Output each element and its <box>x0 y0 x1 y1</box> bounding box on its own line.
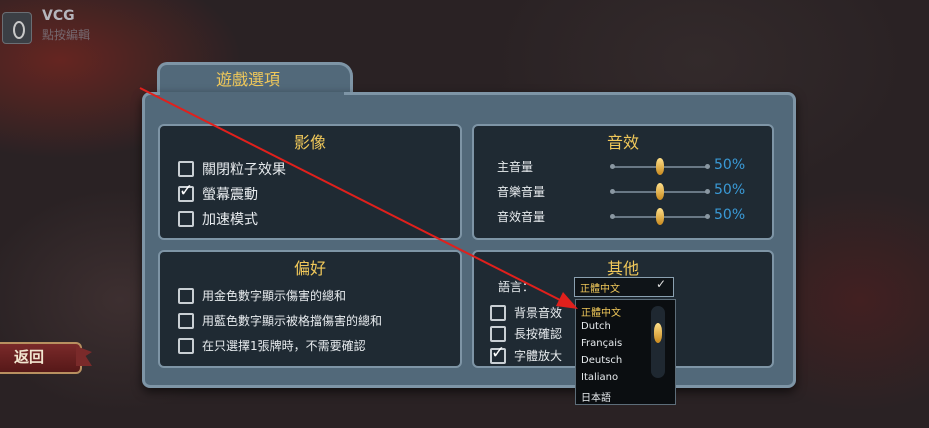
volume-label: 音效音量 <box>497 210 546 224</box>
language-option[interactable]: Deutsch <box>581 355 622 366</box>
option-label: 背景音效 <box>514 306 563 320</box>
language-option[interactable]: 正體中文 <box>581 304 621 319</box>
option-background-sound[interactable]: 背景音效 <box>490 304 562 321</box>
language-label: 語言： <box>498 280 535 294</box>
option-label: 長按確認 <box>514 327 563 341</box>
checkbox-checked[interactable] <box>178 181 194 202</box>
slider-knob-icon[interactable] <box>656 158 664 175</box>
checkbox[interactable] <box>178 211 194 227</box>
master-volume-slider[interactable] <box>610 158 710 175</box>
language-select[interactable]: 正體中文 ✓ <box>574 277 674 297</box>
diamond-logo-icon[interactable] <box>2 12 32 44</box>
audio-section-title: 音效 <box>606 133 639 152</box>
volume-value: 50% <box>714 182 746 198</box>
app-title: VCG <box>42 8 75 24</box>
back-button-label: 返回 <box>14 348 45 366</box>
option-disable-particles[interactable]: 關閉粒子效果 <box>178 159 286 179</box>
option-label: 用金色數字顯示傷害的總和 <box>202 289 347 303</box>
option-screen-shake[interactable]: 螢幕震動 <box>178 181 258 204</box>
slider-knob-icon[interactable] <box>656 208 664 225</box>
checkbox[interactable] <box>490 325 506 342</box>
slider-knob-icon[interactable] <box>656 183 664 200</box>
option-skip-single-card-confirm[interactable]: 在只選擇1張牌時，不需要確認 <box>178 337 366 354</box>
option-label: 加速模式 <box>202 212 258 228</box>
checkbox[interactable] <box>178 287 194 304</box>
option-label: 字體放大 <box>514 349 563 363</box>
app-header: VCG 點按編輯 <box>0 0 260 48</box>
preferences-section-title: 偏好 <box>293 259 326 278</box>
panel-title: 遊戲選項 <box>216 70 281 89</box>
option-blue-blocked-total[interactable]: 用藍色數字顯示被格擋傷害的總和 <box>178 312 382 329</box>
option-fast-mode[interactable]: 加速模式 <box>178 209 258 229</box>
checkbox[interactable] <box>178 337 194 354</box>
checkbox[interactable] <box>490 304 506 321</box>
scroll-thumb-icon[interactable] <box>654 323 662 343</box>
volume-label: 音樂音量 <box>497 185 546 199</box>
language-option[interactable]: Dutch <box>581 321 611 332</box>
checkmark-icon: ✓ <box>655 277 666 291</box>
sfx-volume-slider[interactable] <box>610 208 710 225</box>
back-button[interactable]: 返回 <box>0 342 92 374</box>
volume-value: 50% <box>714 157 746 173</box>
sfx-volume-row: 音效音量 50% <box>497 207 757 226</box>
language-option[interactable]: Italiano <box>581 372 618 383</box>
option-label: 螢幕震動 <box>202 187 258 203</box>
app-subtitle: 點按編輯 <box>42 28 91 42</box>
volume-value: 50% <box>714 207 746 223</box>
video-section-title: 影像 <box>293 133 326 152</box>
music-volume-slider[interactable] <box>610 183 710 200</box>
language-option[interactable]: Français <box>581 338 622 349</box>
option-hold-to-confirm[interactable]: 長按確認 <box>490 325 562 342</box>
volume-label: 主音量 <box>497 160 534 174</box>
option-larger-font[interactable]: 字體放大 <box>490 343 563 364</box>
option-label: 用藍色數字顯示被格擋傷害的總和 <box>202 314 383 328</box>
language-dropdown: 正體中文 Dutch Français Deutsch Italiano 日本語 <box>575 299 676 405</box>
language-selected-value: 正體中文 <box>580 284 620 295</box>
option-gold-damage-total[interactable]: 用金色數字顯示傷害的總和 <box>178 287 346 304</box>
checkbox[interactable] <box>178 312 194 329</box>
option-label: 關閉粒子效果 <box>202 162 286 178</box>
option-label: 在只選擇1張牌時，不需要確認 <box>202 339 366 353</box>
other-section-title: 其他 <box>606 259 639 278</box>
checkbox-checked[interactable] <box>490 343 506 364</box>
master-volume-row: 主音量 50% <box>497 157 757 176</box>
music-volume-row: 音樂音量 50% <box>497 182 757 201</box>
language-option[interactable]: 日本語 <box>581 389 611 404</box>
checkbox[interactable] <box>178 161 194 177</box>
